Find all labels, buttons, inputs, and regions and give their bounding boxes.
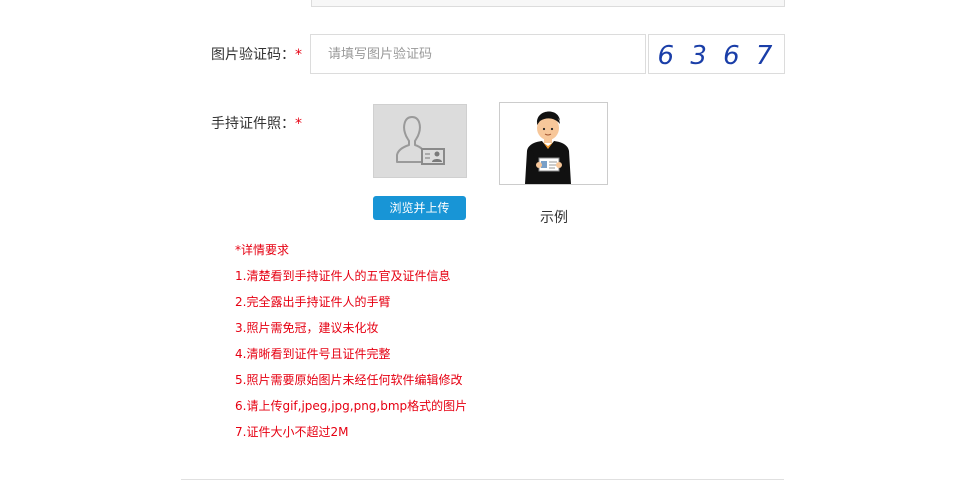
- captcha-input[interactable]: [310, 34, 646, 74]
- requirement-item: 6.请上传gif,jpeg,jpg,png,bmp格式的图片: [235, 399, 468, 413]
- requirement-item: 3.照片需免冠，建议未化妆: [235, 321, 379, 335]
- example-label: 示例: [540, 210, 568, 226]
- browse-upload-button[interactable]: 浏览并上传: [373, 196, 466, 220]
- captcha-text: 6 3 6 7: [658, 41, 777, 71]
- photo-label-text: 手持证件照：: [211, 116, 295, 132]
- person-holding-id-illustration: [525, 111, 571, 184]
- section-divider: [181, 479, 784, 480]
- person-id-card-icon: [396, 116, 445, 165]
- upload-preview[interactable]: [373, 104, 467, 178]
- requirement-item: 5.照片需要原始图片未经任何软件编辑修改: [235, 373, 463, 387]
- captcha-required-mark: *: [295, 47, 302, 63]
- requirement-item: 2.完全露出手持证件人的手臂: [235, 295, 391, 309]
- example-image: [499, 102, 608, 185]
- previous-field-box[interactable]: [311, 0, 785, 7]
- requirements-list: *详情要求 1.清楚看到手持证件人的五官及证件信息 2.完全露出手持证件人的手臂…: [235, 240, 467, 448]
- photo-required-mark: *: [295, 116, 302, 132]
- captcha-image[interactable]: 6 3 6 7: [648, 34, 785, 74]
- captcha-label-text: 图片验证码：: [211, 47, 295, 63]
- requirements-title: *详情要求: [235, 243, 290, 257]
- requirement-item: 4.清晰看到证件号且证件完整: [235, 347, 391, 361]
- photo-label: 手持证件照：*: [211, 113, 302, 133]
- captcha-glyphs: 6 3 6 7: [658, 41, 777, 71]
- captcha-label: 图片验证码：*: [211, 44, 302, 64]
- requirement-item: 7.证件大小不超过2M: [235, 425, 349, 439]
- requirement-item: 1.清楚看到手持证件人的五官及证件信息: [235, 269, 451, 283]
